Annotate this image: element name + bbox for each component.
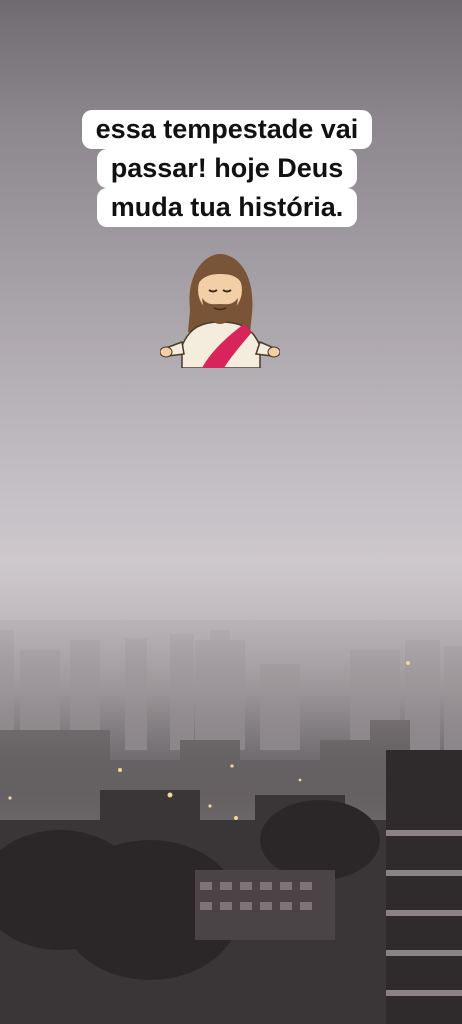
storm-photo: essa tempestade vai passar! hoje Deus mu…	[0, 0, 462, 1024]
caption-line-2: passar! hoje Deus	[96, 149, 358, 188]
jesus-emoji-icon	[160, 254, 280, 368]
city-skyline	[0, 620, 462, 1024]
caption-line-3: muda tua história.	[96, 188, 358, 227]
caption-box: essa tempestade vai passar! hoje Deus mu…	[62, 110, 392, 227]
caption-line-1: essa tempestade vai	[81, 110, 373, 149]
